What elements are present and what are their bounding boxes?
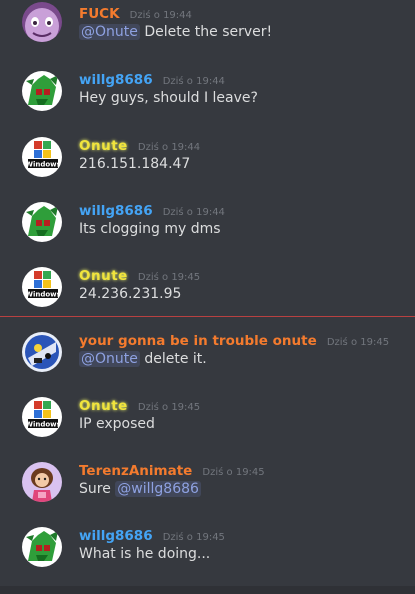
user-mention[interactable]: @willg8686 bbox=[115, 481, 201, 497]
windows-logo-avatar-icon[interactable]: Windows bbox=[22, 137, 62, 177]
svg-text:Windows: Windows bbox=[25, 421, 61, 429]
author-name[interactable]: TerenzAnimate bbox=[79, 463, 192, 479]
message-text: 24.236.231.95 bbox=[79, 286, 182, 302]
message-text: What is he doing... bbox=[79, 546, 211, 562]
message-item: FUCK Dziś o 19:44 @Onute Delete the serv… bbox=[0, 0, 415, 60]
message-item: willg8686 Dziś o 19:44 Hey guys, should … bbox=[0, 65, 415, 125]
timestamp: Dziś o 19:44 bbox=[129, 10, 192, 21]
author-name[interactable]: your gonna be in trouble onute bbox=[79, 333, 317, 349]
timestamp: Dziś o 19:45 bbox=[202, 467, 265, 478]
windows-logo-avatar-icon[interactable]: Windows bbox=[22, 267, 62, 307]
message-item: willg8686 Dziś o 19:44 Its clogging my d… bbox=[0, 196, 415, 256]
new-messages-divider bbox=[0, 316, 415, 317]
green-character-avatar-icon[interactable] bbox=[22, 202, 62, 242]
user-mention[interactable]: @Onute bbox=[79, 24, 140, 40]
message-item: willg8686 Dziś o 19:45 What is he doing.… bbox=[0, 521, 415, 581]
message-text: delete it. bbox=[144, 351, 207, 367]
author-name[interactable]: Onute bbox=[79, 398, 128, 414]
timestamp: Dziś o 19:45 bbox=[137, 272, 201, 283]
author-name[interactable]: FUCK bbox=[79, 6, 120, 22]
message-item: TerenzAnimate Dziś o 19:45 Sure @willg86… bbox=[0, 456, 415, 516]
timestamp: Dziś o 19:44 bbox=[137, 142, 201, 153]
message-text: Sure bbox=[79, 481, 111, 497]
blue-cartoon-avatar-icon[interactable] bbox=[22, 332, 62, 372]
timestamp: Dziś o 19:45 bbox=[137, 402, 201, 413]
girl-character-avatar-icon[interactable] bbox=[22, 462, 62, 502]
message-body: Sure @willg8686 bbox=[79, 481, 201, 497]
purple-face-avatar-icon[interactable] bbox=[22, 2, 62, 42]
timestamp: Dziś o 19:45 bbox=[326, 337, 390, 348]
svg-text:Windows: Windows bbox=[25, 161, 61, 169]
green-character-avatar-icon[interactable] bbox=[22, 71, 62, 111]
timestamp: Dziś o 19:44 bbox=[162, 76, 225, 87]
message-item: Windows Onute Dziś o 19:45 IP exposed bbox=[0, 391, 415, 451]
message-text: Hey guys, should I leave? bbox=[79, 90, 258, 106]
windows-logo-avatar-icon[interactable]: Windows bbox=[22, 397, 62, 437]
green-character-avatar-icon[interactable] bbox=[22, 527, 62, 567]
user-mention[interactable]: @Onute bbox=[79, 351, 140, 367]
author-name[interactable]: willg8686 bbox=[79, 203, 153, 219]
message-item: Windows Onute Dziś o 19:44 216.151.184.4… bbox=[0, 131, 415, 191]
message-text: Its clogging my dms bbox=[79, 221, 221, 237]
author-name[interactable]: Onute bbox=[79, 138, 128, 154]
author-name[interactable]: willg8686 bbox=[79, 72, 153, 88]
message-input-edge[interactable] bbox=[0, 586, 415, 594]
svg-text:Windows: Windows bbox=[25, 291, 61, 299]
message-list[interactable]: FUCK Dziś o 19:44 @Onute Delete the serv… bbox=[0, 0, 415, 594]
message-item: Windows Onute Dziś o 19:45 24.236.231.95 bbox=[0, 261, 415, 321]
message-text: Delete the server! bbox=[144, 24, 273, 40]
author-name[interactable]: Onute bbox=[79, 268, 128, 284]
message-item: your gonna be in trouble onute Dziś o 19… bbox=[0, 326, 415, 386]
message-text: 216.151.184.47 bbox=[79, 156, 191, 172]
message-body: @Onute Delete the server! bbox=[79, 24, 272, 40]
message-body: @Onute delete it. bbox=[79, 351, 207, 367]
message-text: IP exposed bbox=[79, 416, 155, 432]
author-name[interactable]: willg8686 bbox=[79, 528, 153, 544]
timestamp: Dziś o 19:45 bbox=[162, 532, 225, 543]
timestamp: Dziś o 19:44 bbox=[162, 207, 225, 218]
